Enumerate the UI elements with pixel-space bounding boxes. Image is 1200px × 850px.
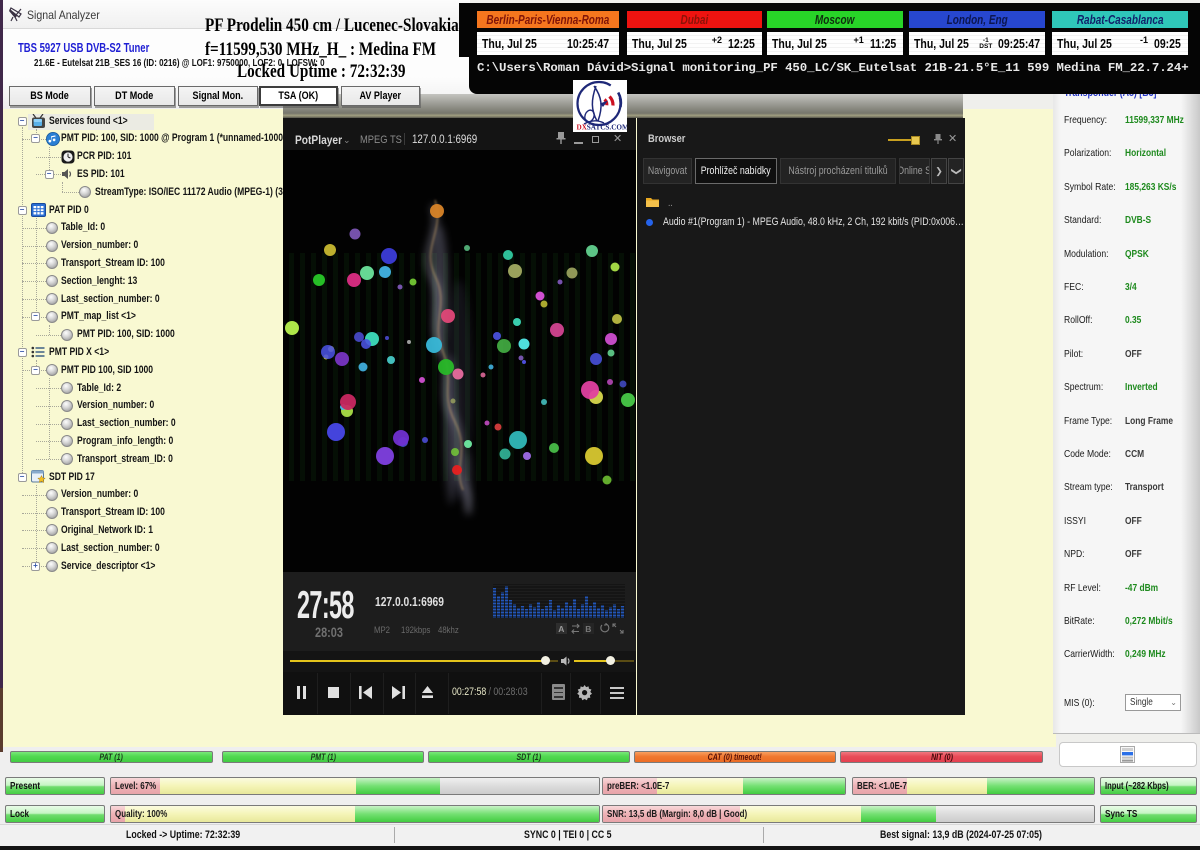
svg-text:B: B (585, 624, 591, 634)
svg-text:SATCS.COM: SATCS.COM (587, 124, 627, 132)
svg-text:A: A (558, 624, 564, 634)
